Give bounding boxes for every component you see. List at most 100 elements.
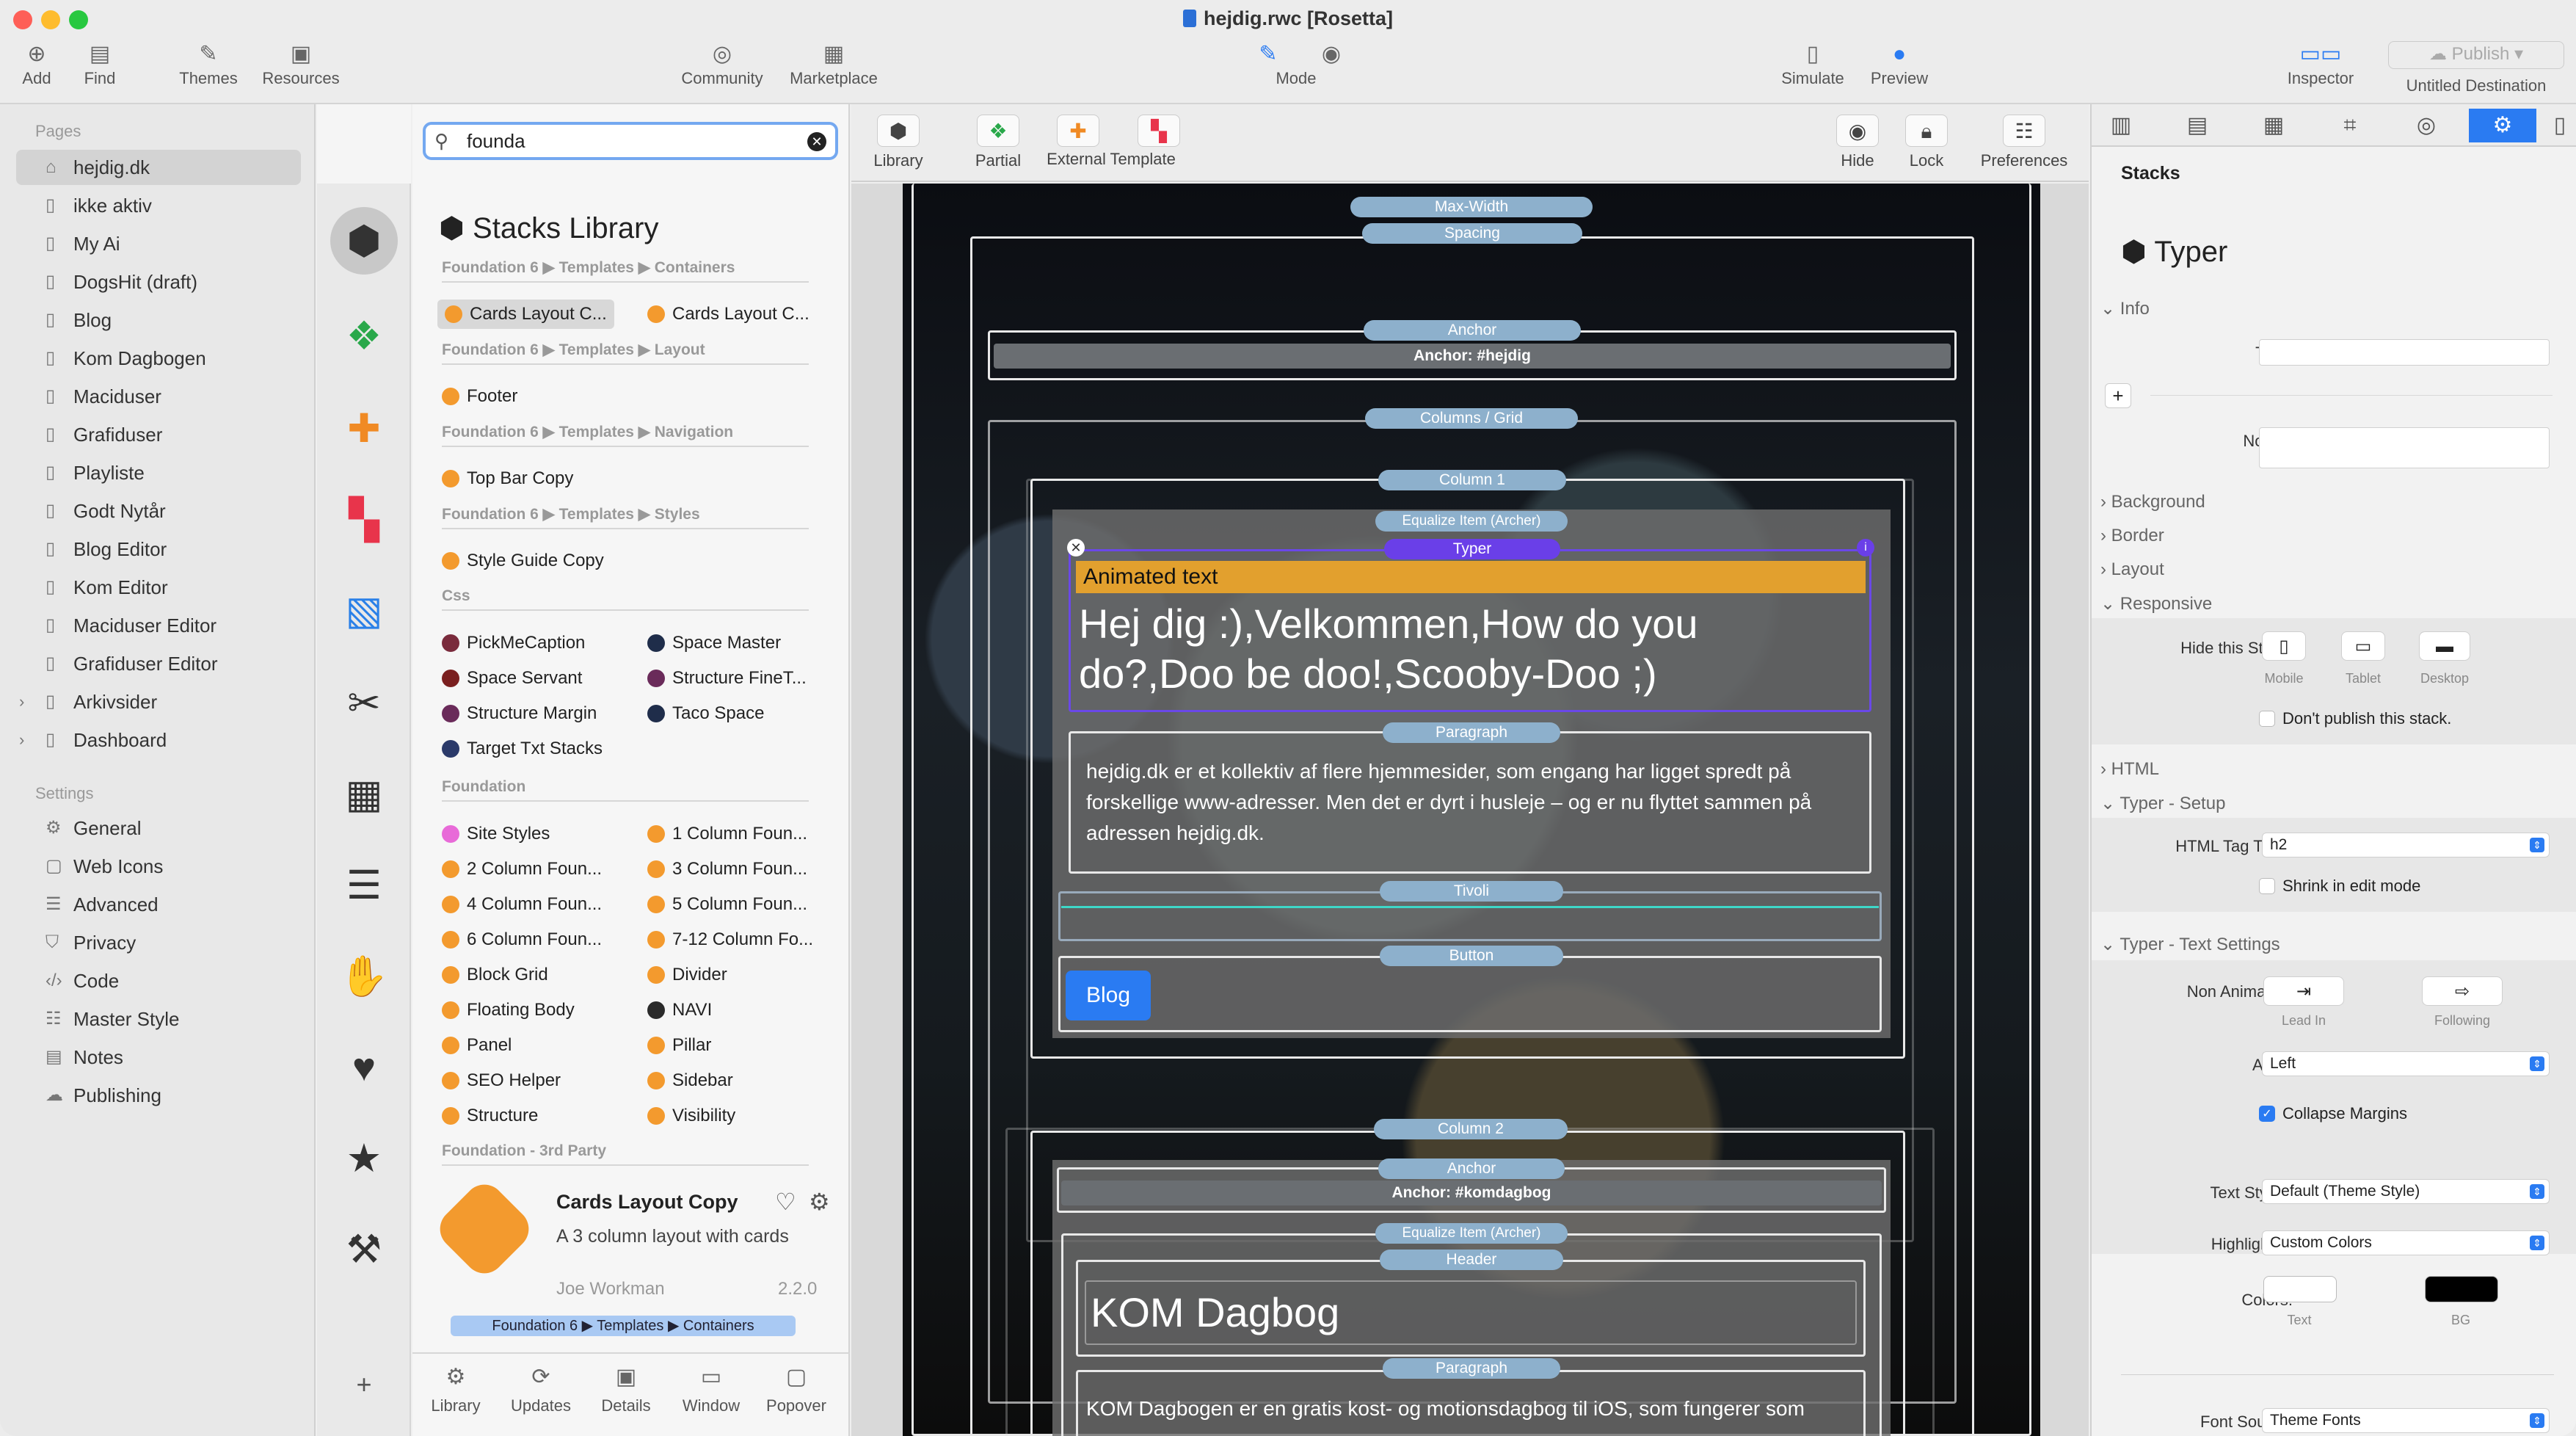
text-color-swatch[interactable]	[2263, 1276, 2337, 1302]
column-1-label[interactable]: Column 1	[1378, 470, 1566, 490]
sidebar-settings-item[interactable]: ⚙ General	[16, 811, 301, 846]
sidebar-page-item[interactable]: ▯ Playliste	[16, 455, 301, 490]
library-stack-item[interactable]: Taco Space	[647, 699, 764, 728]
add-info-icon[interactable]: +	[2105, 383, 2131, 408]
add-button[interactable]: ⊕ Add	[15, 40, 59, 88]
library-stack-item[interactable]: Block Grid	[442, 960, 548, 990]
sidebar-page-item[interactable]: ▯ Maciduser	[16, 379, 301, 414]
sidebar-settings-item[interactable]: ▢ Web Icons	[16, 849, 301, 884]
marketplace-button[interactable]: ▦ Marketplace	[782, 40, 885, 88]
add-icon[interactable]: +	[330, 1351, 398, 1418]
library-stack-item[interactable]: Pillar	[647, 1031, 711, 1060]
library-tab-details[interactable]: ▣ Details	[586, 1364, 666, 1415]
library-stack-item[interactable]: Style Guide Copy	[442, 546, 604, 576]
preferences-button[interactable]: ☷ Preferences	[1974, 115, 2074, 170]
sidebar-page-item[interactable]: ▯ Blog	[16, 302, 301, 338]
tivoli-label[interactable]: Tivoli	[1380, 881, 1563, 902]
library-stack-item[interactable]: SEO Helper	[442, 1066, 561, 1095]
library-tab-popover[interactable]: ▢ Popover	[756, 1364, 837, 1415]
anchor-label-2[interactable]: Anchor	[1378, 1158, 1565, 1179]
sidebar-settings-item[interactable]: ☰ Advanced	[16, 887, 301, 922]
hide-button[interactable]: ◉ Hide	[1832, 115, 1883, 170]
responsive-section[interactable]: ⌄ Responsive	[2100, 593, 2212, 614]
resources-button[interactable]: ▣ Resources	[257, 40, 345, 88]
library-stack-item[interactable]: 3 Column Foun...	[647, 855, 807, 884]
partials-icon[interactable]: ❖	[330, 302, 398, 370]
stacks-cube-icon[interactable]: ⬢	[330, 207, 398, 275]
sidebar-page-item[interactable]: ▯ Blog Editor	[16, 532, 301, 567]
hide-tablet-icon[interactable]: ▭	[2341, 631, 2385, 661]
grid-blocks-icon[interactable]: ▚	[330, 486, 398, 554]
columns-grid-label[interactable]: Columns / Grid	[1365, 408, 1578, 429]
title-input[interactable]	[2259, 339, 2550, 366]
sidebar-page-item[interactable]: ⌂ hejdig.dk	[16, 150, 301, 185]
sidebar-settings-item[interactable]: ▤ Notes	[16, 1040, 301, 1075]
border-section[interactable]: › Border	[2100, 526, 2164, 546]
layout-inspector-icon[interactable]: ▤	[2175, 109, 2219, 142]
puzzle-icon[interactable]: ✚	[330, 395, 398, 463]
library-stack-item[interactable]: Structure Margin	[442, 699, 597, 728]
mode-button[interactable]: ◉ Mode	[1276, 40, 1367, 88]
paragraph-label-2[interactable]: Paragraph	[1383, 1358, 1560, 1379]
library-stack-item[interactable]: Cards Layout C...	[647, 300, 809, 329]
text-styles-select[interactable]: Default (Theme Style) ⇕	[2262, 1179, 2550, 1204]
blog-button[interactable]: Blog	[1066, 971, 1151, 1020]
sidebar-settings-item[interactable]: ⛉ Privacy	[16, 925, 301, 960]
library-stack-item[interactable]: Space Servant	[442, 664, 582, 693]
highlighter-select[interactable]: Custom Colors ⇕	[2262, 1230, 2550, 1255]
library-stack-item[interactable]: Footer	[442, 382, 517, 411]
anchor-label[interactable]: Anchor	[1364, 320, 1581, 341]
sidebar-page-item[interactable]: ▯ ikke aktiv	[16, 188, 301, 223]
favorite-heart-icon[interactable]: ♡	[775, 1188, 796, 1216]
more-inspector-icon[interactable]: ▯	[2542, 109, 2576, 142]
library-search-input[interactable]: ⚲ founda ✕	[423, 122, 838, 160]
sidebar-page-item[interactable]: ▯ Grafiduser	[16, 417, 301, 452]
sidebar-page-item[interactable]: ▯ Maciduser Editor	[16, 608, 301, 643]
library-stack-item[interactable]: NAVI	[647, 996, 712, 1025]
collapse-margins-checkbox[interactable]: ✓ Collapse Margins	[2259, 1104, 2407, 1123]
layout-section[interactable]: › Layout	[2100, 559, 2164, 580]
tag-inspector-icon[interactable]: ⌗	[2328, 109, 2372, 142]
library-tab-window[interactable]: ▭ Window	[671, 1364, 752, 1415]
info-section[interactable]: ⌄ Info	[2100, 298, 2150, 319]
sidebar-page-item[interactable]: ▯ Godt Nytår	[16, 493, 301, 529]
typer-label[interactable]: Typer	[1384, 539, 1560, 559]
library-stack-item[interactable]: Sidebar	[647, 1066, 733, 1095]
sidebar-page-item[interactable]: › ▯ Dashboard	[16, 722, 301, 758]
hand-icon[interactable]: ✋	[330, 943, 398, 1010]
gear-icon[interactable]: ⚙	[809, 1188, 830, 1216]
background-section[interactable]: › Background	[2100, 492, 2205, 512]
stacks-inspector-icon[interactable]: ⚙	[2469, 109, 2536, 142]
bg-color-swatch[interactable]	[2425, 1276, 2498, 1302]
max-width-label[interactable]: Max-Width	[1350, 197, 1593, 217]
library-stack-item[interactable]: 6 Column Foun...	[442, 925, 602, 954]
find-button[interactable]: ▤ Find	[78, 40, 122, 88]
sidebar-settings-item[interactable]: ‹/› Code	[16, 963, 301, 998]
notes-input[interactable]	[2259, 427, 2550, 468]
sidebar-page-item[interactable]: ▯ Grafiduser Editor	[16, 646, 301, 681]
library-stack-item[interactable]: Floating Body	[442, 996, 575, 1025]
paragraph-label[interactable]: Paragraph	[1383, 722, 1560, 743]
library-stack-item[interactable]: Structure	[442, 1101, 538, 1131]
dont-publish-checkbox[interactable]: Don't publish this stack.	[2259, 709, 2451, 728]
library-tab-updates[interactable]: ⟳ Updates	[501, 1364, 581, 1415]
setup-section[interactable]: ⌄ Typer - Setup	[2100, 793, 2225, 814]
header-label[interactable]: Header	[1380, 1250, 1563, 1270]
heart-icon[interactable]: ♥	[330, 1034, 398, 1101]
edit-mode-button[interactable]: ✎	[1233, 40, 1303, 69]
library-stack-item[interactable]: Top Bar Copy	[442, 464, 573, 493]
lead-in-button[interactable]: ⇥	[2263, 976, 2344, 1006]
page-inspector-icon[interactable]: ▥	[2099, 109, 2143, 142]
library-stack-item[interactable]: 2 Column Foun...	[442, 855, 602, 884]
sidebar-settings-item[interactable]: ☷ Master Style	[16, 1001, 301, 1037]
inspector-button[interactable]: ▭▭ Inspector	[2277, 40, 2365, 88]
library-stack-item[interactable]: Space Master	[647, 628, 781, 658]
library-stack-item[interactable]: Target Txt Stacks	[442, 734, 603, 764]
star-icon[interactable]: ★	[330, 1125, 398, 1192]
themes-button[interactable]: ✎ Themes	[173, 40, 244, 88]
external-button[interactable]: ✚	[1038, 115, 1118, 151]
wrench-icon[interactable]: ✂	[330, 670, 398, 737]
library-stack-item[interactable]: Visibility	[647, 1101, 735, 1131]
image-icon[interactable]: ▧	[330, 577, 398, 645]
server-icon[interactable]: ☰	[330, 852, 398, 919]
